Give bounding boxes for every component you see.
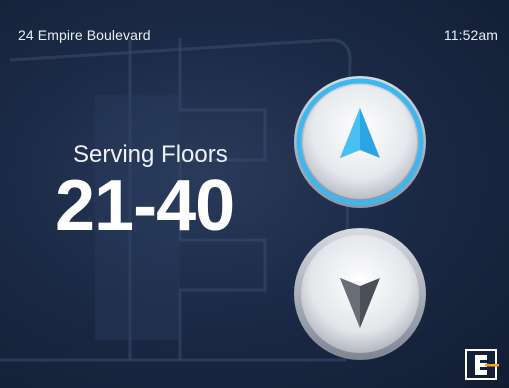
e-logo-icon — [465, 349, 499, 380]
elevator-screen: 24 Empire Boulevard 11:52am Serving Floo… — [0, 0, 509, 388]
up-button[interactable] — [292, 74, 428, 210]
clock-time: 11:52am — [443, 27, 498, 43]
floors-range: 21-40 — [55, 166, 235, 246]
down-button[interactable] — [292, 226, 428, 362]
serving-floors-label: Serving Floors — [73, 141, 228, 168]
building-address: 24 Empire Boulevard — [18, 27, 151, 43]
